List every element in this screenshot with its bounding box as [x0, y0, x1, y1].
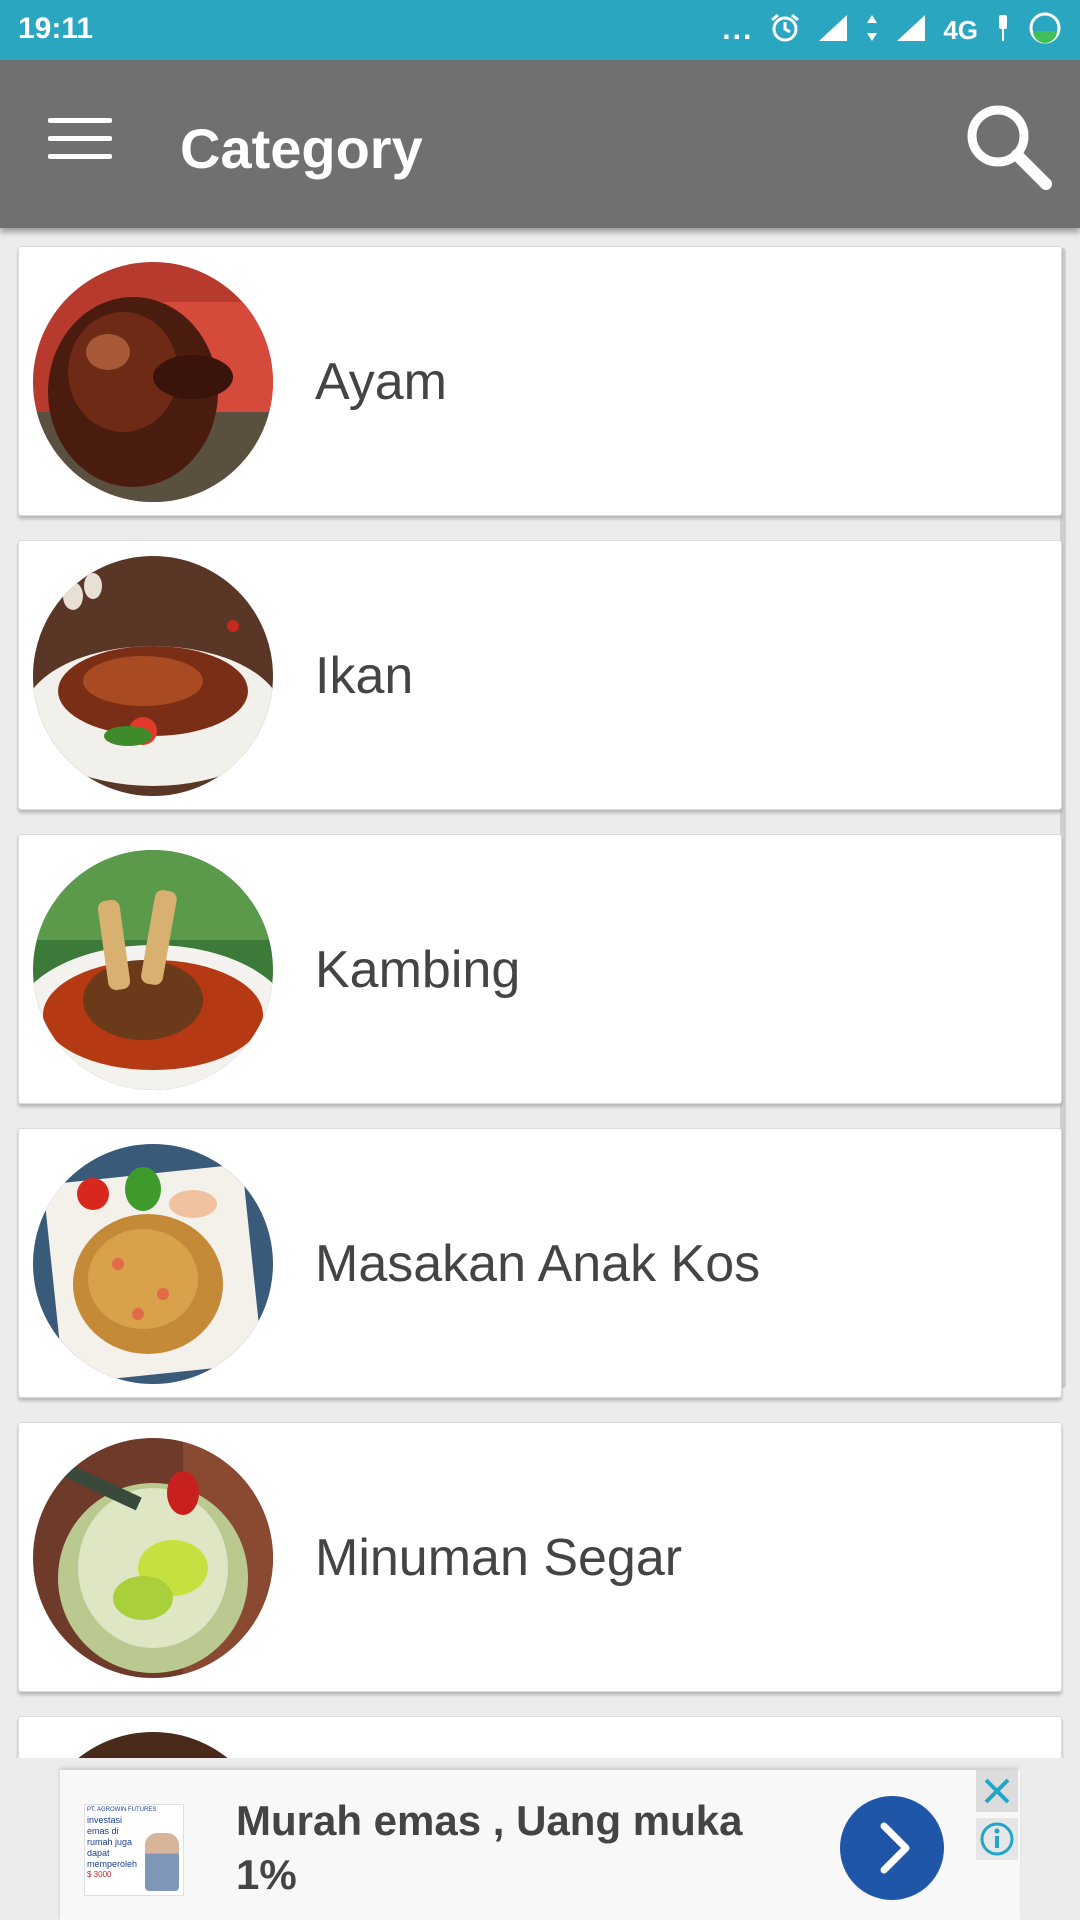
- category-label: Masakan Anak Kos: [315, 1235, 761, 1293]
- hamburger-menu-icon[interactable]: [48, 118, 112, 166]
- category-label: Ikan: [315, 647, 414, 705]
- category-label: Kambing: [315, 941, 521, 999]
- fried-chicken-thumbnail: [33, 262, 273, 502]
- category-list[interactable]: Ayam Ikan Kambing Masakan Anak Kos Minum…: [0, 228, 1080, 1758]
- category-card-ikan[interactable]: Ikan: [18, 540, 1062, 810]
- status-bar: 19:11 ... 4G: [0, 0, 1080, 60]
- ad-headline[interactable]: Murah emas , Uang muka 1%: [236, 1794, 756, 1902]
- category-card-ayam[interactable]: Ayam: [18, 246, 1062, 516]
- grilled-fish-thumbnail: [33, 556, 273, 796]
- chevron-right-icon: [880, 1822, 910, 1874]
- ad-content[interactable]: PT. AGROWIN FUTURES investasi emas di ru…: [60, 1770, 1020, 1920]
- category-card-partial[interactable]: [18, 1716, 1062, 1758]
- status-icons: ... 4G: [722, 10, 1062, 50]
- fried-rice-thumbnail: [33, 1144, 273, 1384]
- ad-person-image: [145, 1833, 179, 1891]
- ad-thumb-header: PT. AGROWIN FUTURES: [87, 1807, 157, 1813]
- partial-category-thumbnail: [33, 1732, 273, 1758]
- charging-icon: [994, 13, 1012, 48]
- ad-open-button[interactable]: [840, 1796, 944, 1900]
- category-card-minuman-segar[interactable]: Minuman Segar: [18, 1422, 1062, 1692]
- ad-thumbnail[interactable]: PT. AGROWIN FUTURES investasi emas di ru…: [84, 1804, 184, 1896]
- status-time: 19:11: [18, 12, 94, 45]
- banner-ad[interactable]: PT. AGROWIN FUTURES investasi emas di ru…: [60, 1770, 1020, 1920]
- ad-info-icon[interactable]: [976, 1818, 1018, 1860]
- fresh-drink-thumbnail: [33, 1438, 273, 1678]
- data-arrows-icon: [865, 13, 879, 48]
- signal-icon: [817, 13, 849, 48]
- page-title: Category: [180, 117, 423, 180]
- battery-icon: [1028, 11, 1062, 50]
- network-type: 4G: [943, 14, 978, 45]
- alarm-icon: [769, 12, 801, 49]
- category-card-kambing[interactable]: Kambing: [18, 834, 1062, 1104]
- ad-close-icon[interactable]: [976, 1770, 1018, 1812]
- category-label: Ayam: [315, 353, 447, 411]
- ad-thumb-text: investasi emas di rumah juga dapat mempe…: [87, 1815, 138, 1869]
- category-label: Minuman Segar: [315, 1529, 683, 1587]
- app-toolbar: Category: [0, 60, 1080, 228]
- search-icon[interactable]: [962, 100, 1054, 192]
- signal-icon-2: [895, 13, 927, 48]
- category-card-masakan-anak-kos[interactable]: Masakan Anak Kos: [18, 1128, 1062, 1398]
- notification-dots: ...: [722, 13, 754, 46]
- lamb-curry-thumbnail: [33, 850, 273, 1090]
